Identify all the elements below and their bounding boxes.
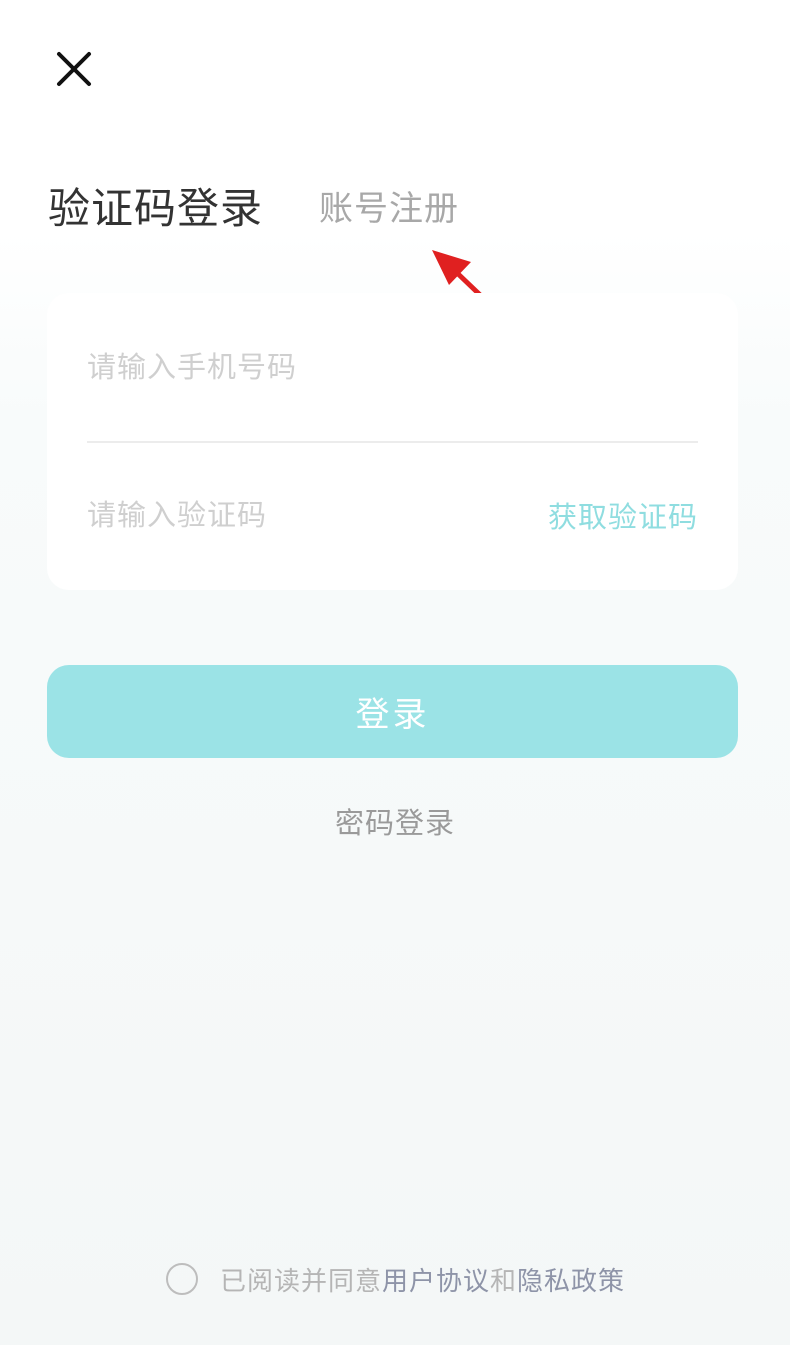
tab-account-register[interactable]: 账号注册 [319,181,459,230]
agreement-prefix: 已阅读并同意 [220,1266,383,1297]
login-form-card: 获取验证码 [47,293,738,590]
agreement-checkbox[interactable] [166,1263,198,1295]
code-row: 获取验证码 [87,441,698,589]
tab-verification-code-login[interactable]: 验证码登录 [48,175,263,236]
phone-row [87,293,698,443]
password-login-link[interactable]: 密码登录 [0,800,790,842]
privacy-policy-link[interactable]: 隐私政策 [517,1261,625,1298]
agreement-row: 已阅读并同意 用户协议 和 隐私政策 [166,1260,625,1298]
close-button[interactable] [50,45,98,93]
login-tabs: 验证码登录 账号注册 [48,170,459,240]
get-code-button[interactable]: 获取验证码 [548,494,698,536]
verification-code-input[interactable] [87,498,548,532]
agreement-and: 和 [490,1266,518,1297]
phone-input[interactable] [87,350,698,384]
close-icon [57,52,91,86]
user-agreement-link[interactable]: 用户协议 [382,1261,490,1298]
login-button[interactable]: 登录 [47,665,738,758]
